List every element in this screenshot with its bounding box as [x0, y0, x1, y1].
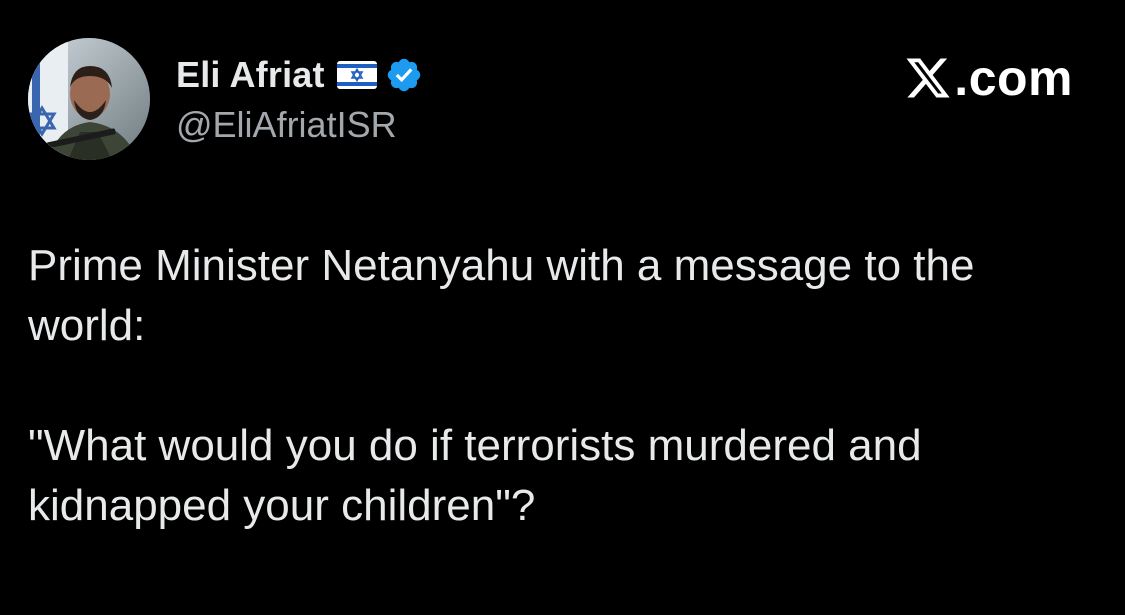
verified-badge-icon [385, 56, 423, 94]
author-name-row: Eli Afriat [176, 52, 423, 98]
author-name[interactable]: Eli Afriat [176, 54, 325, 96]
x-logo-icon [904, 54, 952, 102]
tweet-card: Eli Afriat @EliAfriatISR .com Prime Mini… [0, 0, 1125, 615]
tweet-body: Prime Minister Netanyahu with a message … [28, 236, 1088, 536]
israel-flag-icon [336, 61, 377, 89]
author-handle[interactable]: @EliAfriatISR [176, 104, 397, 146]
tweet-paragraph: Prime Minister Netanyahu with a message … [28, 241, 975, 350]
avatar-photo [28, 38, 150, 160]
x-com-watermark: .com [904, 46, 1073, 110]
tweet-paragraph: "What would you do if terrorists murdere… [28, 421, 922, 530]
avatar[interactable] [28, 38, 150, 160]
watermark-text: .com [954, 50, 1073, 106]
